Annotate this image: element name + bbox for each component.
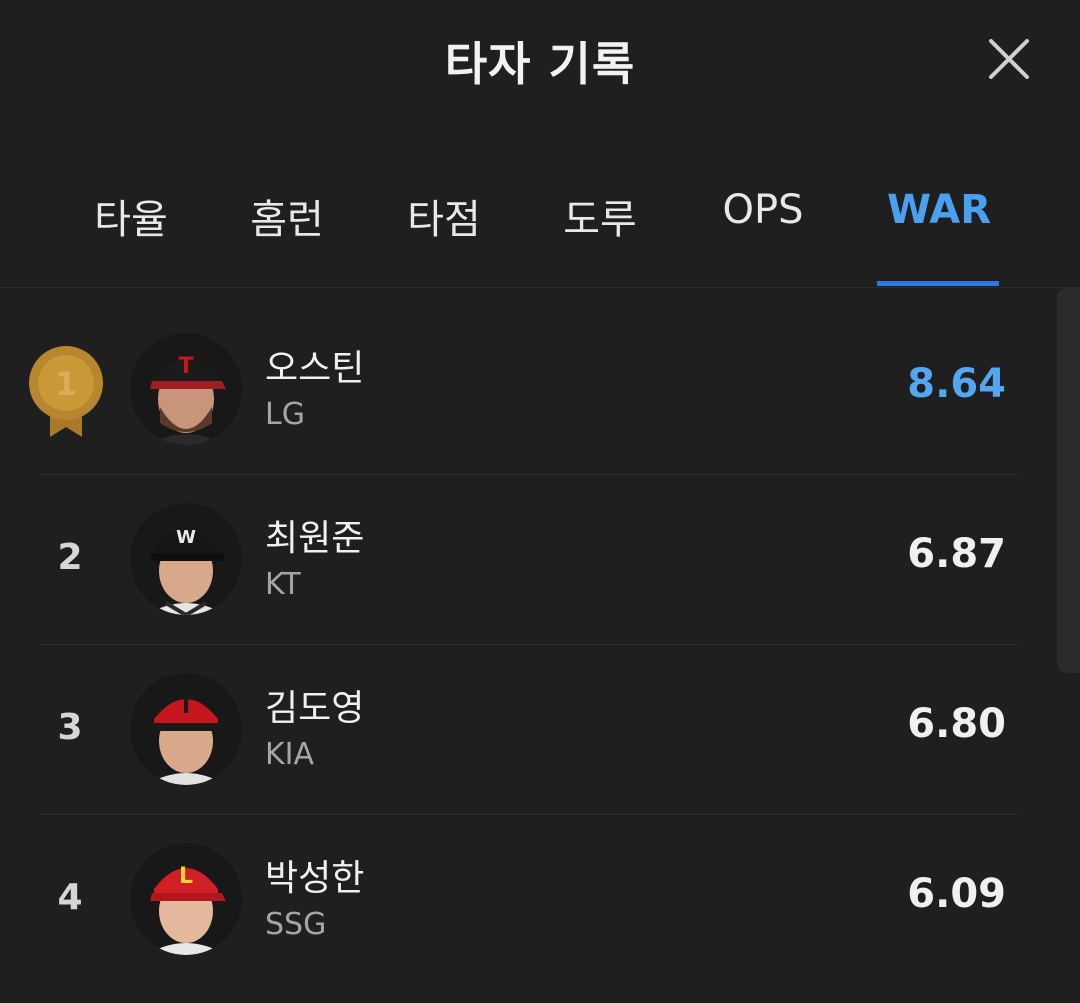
tab-war[interactable]: WAR bbox=[887, 187, 991, 233]
player-name: 최원준 bbox=[265, 518, 365, 559]
avatar: T bbox=[130, 673, 242, 785]
tab-rbi[interactable]: 타점 bbox=[407, 187, 481, 245]
rank-number: 2 bbox=[57, 537, 83, 578]
list-item[interactable]: 2 W 최원준 KT 6.87 bbox=[40, 475, 1018, 645]
list-item[interactable]: 4 L 박성한 SSG 6.09 bbox=[40, 815, 1018, 985]
war-value: 6.87 bbox=[907, 531, 1006, 577]
team-name: KIA bbox=[265, 737, 315, 772]
svg-text:L: L bbox=[179, 864, 193, 889]
player-ranking-list: 1 T 오스틴 LG 8.64 2 W 최원준 KT 6.87 3 T 김도영 … bbox=[0, 288, 1080, 1003]
avatar: L bbox=[130, 843, 242, 955]
avatar: T bbox=[130, 333, 242, 445]
gold-medal-icon: 1 bbox=[28, 345, 104, 437]
svg-text:T: T bbox=[178, 354, 193, 379]
tab-batting-average[interactable]: 타율 bbox=[94, 187, 168, 245]
rank-number: 4 bbox=[57, 877, 83, 918]
player-name: 김도영 bbox=[265, 688, 365, 729]
tab-stolen-bases[interactable]: 도루 bbox=[563, 187, 637, 245]
war-value: 6.80 bbox=[907, 701, 1006, 747]
close-button[interactable] bbox=[984, 34, 1034, 84]
active-tab-indicator bbox=[877, 281, 999, 286]
war-value: 8.64 bbox=[907, 361, 1006, 407]
page-title: 타자 기록 bbox=[444, 37, 636, 91]
team-name: SSG bbox=[265, 907, 327, 942]
tab-ops[interactable]: OPS bbox=[723, 187, 804, 233]
svg-text:T: T bbox=[178, 694, 193, 719]
scrollbar[interactable] bbox=[1057, 288, 1080, 673]
list-item[interactable]: 1 T 오스틴 LG 8.64 bbox=[29, 305, 1018, 475]
avatar: W bbox=[130, 503, 242, 615]
header: 타자 기록 bbox=[0, 0, 1080, 130]
player-name: 오스틴 bbox=[265, 348, 365, 389]
rank-number: 1 bbox=[54, 365, 78, 403]
close-icon bbox=[989, 39, 1029, 79]
team-name: KT bbox=[265, 567, 301, 602]
team-name: LG bbox=[265, 397, 305, 432]
war-value: 6.09 bbox=[907, 871, 1006, 917]
svg-text:W: W bbox=[176, 527, 196, 548]
rank-number: 3 bbox=[57, 707, 83, 748]
list-item[interactable]: 3 T 김도영 KIA 6.80 bbox=[40, 645, 1018, 815]
player-name: 박성한 bbox=[265, 858, 365, 899]
tab-home-runs[interactable]: 홈런 bbox=[250, 187, 324, 245]
stat-tabs: 타율 홈런 타점 도루 OPS WAR bbox=[0, 165, 1080, 288]
